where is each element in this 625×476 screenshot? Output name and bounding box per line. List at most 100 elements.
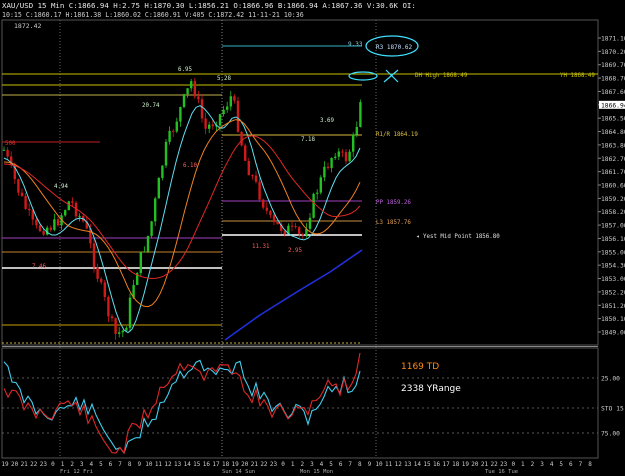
time-axis-label: 20 [471,461,479,468]
oscillator-panel-frame [1,347,599,459]
chart-annotation: 7.46 [32,264,46,270]
time-axis-label: 16 [433,461,441,468]
candle-body [294,226,297,228]
l3-label: L3 1857.76 [376,220,411,226]
time-axis-label: 0 [511,461,515,468]
r3-value: 9.33 [348,41,363,48]
time-axis-label: 21 [481,461,489,468]
long-ma-line [224,249,363,341]
chart-annotation: 20.74 [142,103,160,109]
price-axis-label: 1867.60 [601,89,625,96]
time-axis-label: 5 [99,461,103,468]
yrange-label: 2338 YRange [401,384,461,394]
candle-body [337,151,340,157]
time-axis-label: 9 [368,461,372,468]
chart-annotation: 6.10 [183,163,197,169]
candle-body [229,96,232,107]
candle-body [326,166,330,169]
time-axis-label: 2 [70,461,74,468]
candle-body [186,88,189,95]
time-axis-label: 20 [11,461,19,468]
candle-body [56,219,60,226]
day-label: Fri 12 Fri [60,469,93,475]
candle-body [308,217,312,229]
price-axis-label: 1850.10 [601,316,625,323]
candle-body [316,192,319,194]
time-axis-label: 11 [385,461,393,468]
candle-body [204,118,207,129]
time-axis-label: 17 [443,461,451,468]
candle-body [154,198,157,222]
time-axis-label: 5 [559,461,563,468]
candle-body [128,297,132,328]
time-axis-label: 9 [137,461,141,468]
time-axis-label: 6 [339,461,343,468]
price-axis-label: 1851.20 [601,303,625,310]
time-axis-label: 4 [89,461,93,468]
candle-body [125,327,128,331]
time-axis-label: 19 [1,461,9,468]
candle-body [269,210,272,216]
time-axis-label: 17 [212,461,220,468]
price-axis-label: 1858.20 [601,209,625,216]
candle-body [146,235,150,252]
candle-body [103,282,106,298]
time-axis-label: 11 [155,461,163,468]
price-panel-frame [1,19,599,346]
time-axis-label: 4 [320,461,324,468]
time-axis-label: 8 [358,461,362,468]
chart-annotation: 2.95 [288,248,302,254]
candle-body [258,181,261,200]
candle-body [17,179,20,193]
price-axis-label: 1852.20 [601,289,625,296]
time-axis-label: 15 [423,461,431,468]
candle-body [38,225,42,232]
stoch-d-line [3,352,361,455]
candle-body [244,145,247,161]
candle-body [226,106,229,110]
candle-body [334,156,337,158]
candle-body [118,332,121,334]
candle-body [64,210,67,216]
candle-body [6,149,9,157]
time-axis-label: 8 [128,461,132,468]
candle-body [359,102,362,127]
time-axis-label: 3 [80,461,84,468]
r3-label: R3 1870.62 [376,44,413,51]
price-axis-label: 1871.10 [601,36,625,43]
candle-body [272,215,276,223]
candle-body [172,130,175,132]
candle-body [193,81,196,97]
time-axis-label: 1 [521,461,525,468]
osc-axis-label: STO 15. [601,406,625,413]
candle-body [330,157,333,169]
time-axis-label: 21 [251,461,259,468]
price-axis-label: 1853.00 [601,276,625,283]
time-axis-label: 3 [310,461,314,468]
time-axis-label: 22 [30,461,38,468]
candle-body [352,134,355,152]
price-axis-label: 1860.60 [601,183,625,190]
time-axis-label: 23 [270,461,278,468]
candle-body [200,99,204,119]
candle-body [301,233,304,236]
price-axis-label: 1869.70 [601,62,625,69]
time-axis-label: 13 [174,461,182,468]
time-axis-label: 23 [40,461,48,468]
chart-annotation: 11.31 [252,244,270,250]
price-axis-label: 1870.20 [601,49,625,56]
time-axis-label: 10 [145,461,153,468]
price-axis-label: 1865.50 [601,116,625,123]
price-axis-label: 1862.70 [601,156,625,163]
price-axis-label: 1857.00 [601,223,625,230]
time-axis-label: 12 [164,461,172,468]
candle-body [42,231,45,235]
time-axis-label: 7 [348,461,352,468]
time-axis-label: 18 [222,461,230,468]
time-axis-label: 19 [232,461,240,468]
price-chart[interactable]: 1871.101870.201869.701868.701867.601866.… [0,0,625,476]
candle-body [319,177,322,193]
r1r-label: R1/R 1864.19 [376,132,418,138]
candle-body [290,225,294,227]
candle-body [2,149,6,151]
